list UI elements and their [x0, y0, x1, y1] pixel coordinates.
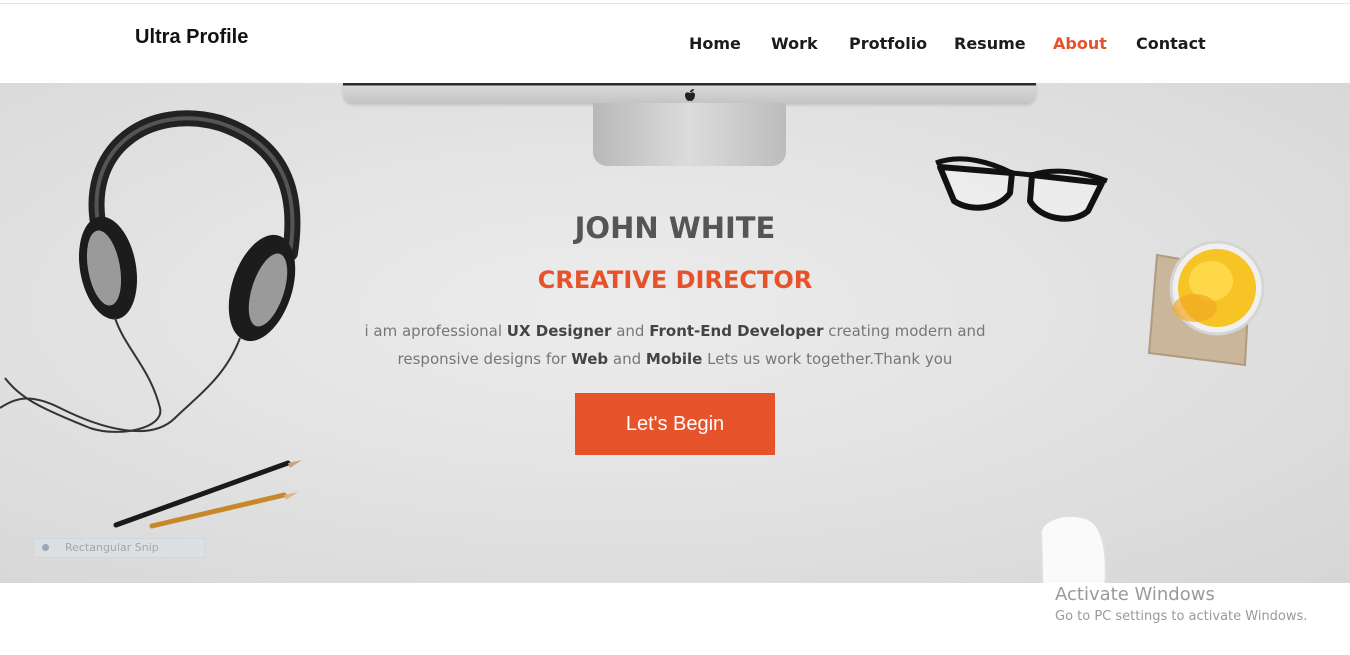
desc-text: and [608, 350, 646, 368]
desc-highlight: UX Designer [506, 322, 612, 340]
hero-name: JOHN WHITE [574, 211, 776, 245]
nav-work[interactable]: Work [771, 34, 818, 53]
desc-highlight: Front-End Developer [649, 322, 824, 340]
desc-highlight: Web [571, 350, 609, 368]
watermark-subtitle: Go to PC settings to activate Windows. [1055, 609, 1308, 624]
hero-section: JOHN WHITE CREATIVE DIRECTOR i am aprofe… [0, 83, 1350, 583]
apple-logo-icon [685, 89, 695, 101]
mouse-icon [1039, 514, 1107, 583]
pencil-icon [113, 460, 302, 529]
nav-about[interactable]: About [1053, 34, 1107, 53]
hero-description: i am aprofessional UX Designer and Front… [330, 317, 1020, 373]
site-header: Ultra Profile Home Work Protfolio Resume… [0, 4, 1350, 83]
imac-stand [593, 103, 786, 166]
desc-text: Lets us work together.Thank you [702, 350, 953, 368]
juice-glass-icon [1147, 240, 1265, 367]
desc-highlight: Mobile [645, 350, 703, 368]
nav-portfolio[interactable]: Protfolio [849, 34, 927, 53]
desc-text: and [611, 322, 650, 340]
hero-role: CREATIVE DIRECTOR [537, 266, 813, 294]
activate-windows-watermark: Activate Windows Go to PC settings to ac… [1055, 584, 1307, 628]
lets-begin-button[interactable]: Let's Begin [575, 393, 775, 455]
nav-resume[interactable]: Resume [954, 34, 1026, 53]
snip-tool-bar[interactable]: Rectangular Snip [33, 538, 205, 558]
watermark-title: Activate Windows [1055, 584, 1215, 605]
snip-mode-icon [42, 544, 49, 551]
desc-text: i am aprofessional [364, 322, 507, 340]
snip-mode-label: Rectangular Snip [65, 541, 159, 554]
main-nav: Home Work Protfolio Resume About Contact [0, 34, 1350, 58]
nav-home[interactable]: Home [689, 34, 741, 53]
nav-contact[interactable]: Contact [1136, 34, 1206, 53]
